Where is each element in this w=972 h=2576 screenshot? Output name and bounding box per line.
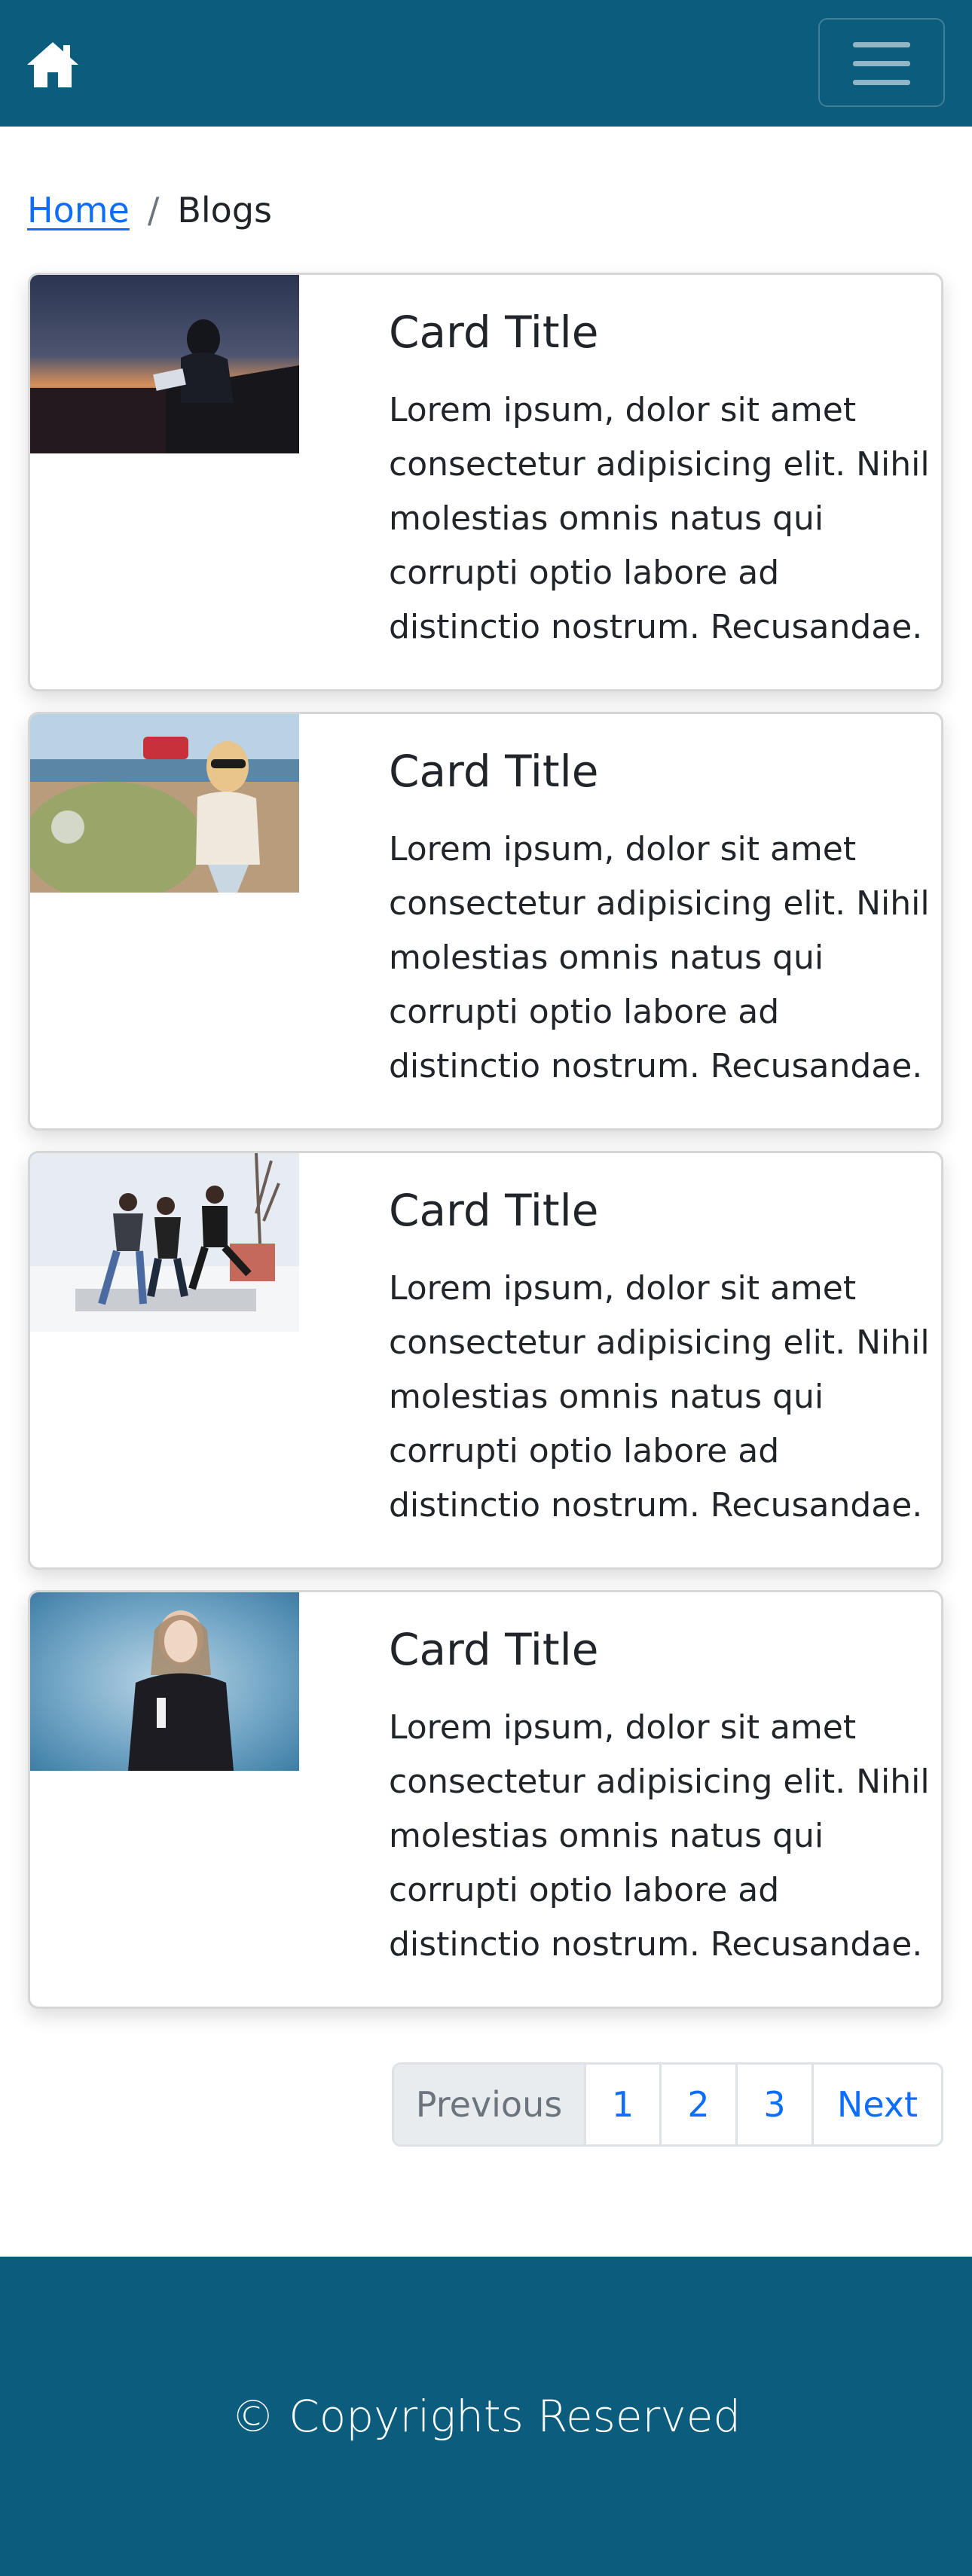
pagination-page-2[interactable]: 2 bbox=[659, 2065, 735, 2144]
pagination-next[interactable]: Next bbox=[812, 2065, 941, 2144]
breadcrumb-current: Blogs bbox=[177, 190, 272, 230]
card-image bbox=[30, 1592, 299, 1771]
pagination: Previous 1 2 3 Next bbox=[392, 2062, 943, 2147]
card-image bbox=[30, 1153, 299, 1332]
card-title: Card Title bbox=[389, 1185, 599, 1236]
card-text: Lorem ipsum, dolor sit amet consectetur … bbox=[389, 830, 930, 1085]
home-link[interactable] bbox=[26, 41, 80, 89]
pagination-page-1[interactable]: 1 bbox=[584, 2065, 659, 2144]
card-image bbox=[30, 714, 299, 893]
blog-card: Card Title Lorem ipsum, dolor sit amet c… bbox=[28, 1590, 943, 2009]
card-text: Lorem ipsum, dolor sit amet consectetur … bbox=[389, 391, 930, 646]
breadcrumb-separator: / bbox=[147, 190, 160, 230]
blog-card: Card Title Lorem ipsum, dolor sit amet c… bbox=[28, 273, 943, 691]
card-text: Lorem ipsum, dolor sit amet consectetur … bbox=[389, 1269, 930, 1525]
card-text: Lorem ipsum, dolor sit amet consectetur … bbox=[389, 1708, 930, 1964]
hamburger-menu-icon bbox=[853, 42, 910, 47]
house-icon bbox=[27, 42, 78, 87]
card-image bbox=[30, 275, 299, 453]
pagination-previous: Previous bbox=[394, 2065, 584, 2144]
pagination-page-3[interactable]: 3 bbox=[735, 2065, 812, 2144]
navbar-toggler-button[interactable] bbox=[818, 18, 945, 107]
hamburger-bar bbox=[853, 80, 910, 85]
card-title: Card Title bbox=[389, 746, 599, 797]
card-title: Card Title bbox=[389, 307, 599, 358]
card-title: Card Title bbox=[389, 1624, 599, 1675]
blog-card: Card Title Lorem ipsum, dolor sit amet c… bbox=[28, 1151, 943, 1570]
breadcrumb: Home / Blogs bbox=[27, 184, 272, 237]
breadcrumb-home-link[interactable]: Home bbox=[27, 190, 130, 230]
hamburger-bar bbox=[853, 61, 910, 66]
top-navbar bbox=[0, 0, 972, 127]
footer-copyright: © Copyrights Reserved bbox=[231, 2391, 741, 2442]
blog-card: Card Title Lorem ipsum, dolor sit amet c… bbox=[28, 712, 943, 1131]
page-footer: © Copyrights Reserved bbox=[0, 2257, 972, 2576]
